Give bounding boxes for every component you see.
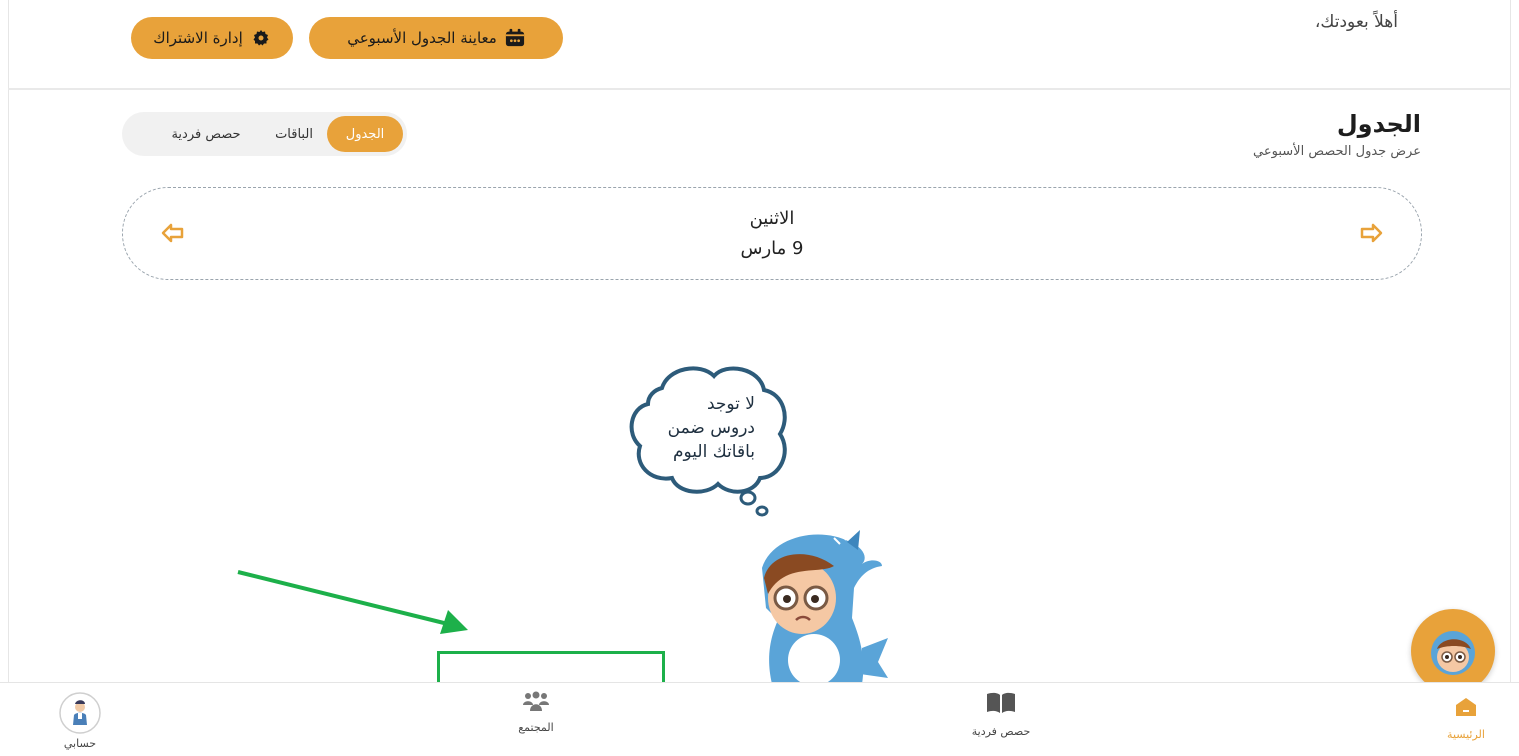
greeting-text: أهلاً بعودتك، [1314,12,1398,32]
weekly-schedule-label: معاينة الجدول الأسبوعي [347,29,497,47]
assistant-avatar-icon [1431,631,1475,675]
home-icon [1456,698,1476,716]
empty-state-line-3: باقاتك اليوم [672,442,755,462]
date-navigator: الاثنين 9 مارس [122,187,1422,280]
nav-item-account[interactable]: حسابي [52,683,108,756]
nav-item-individual-lessons[interactable]: حصص فردية [960,683,1042,756]
weekly-schedule-button[interactable]: معاينة الجدول الأسبوعي [309,17,563,59]
view-tabs: الجدول الباقات حصص فردية [122,112,407,156]
tab-packages[interactable]: الباقات [261,116,327,152]
calendar-icon [505,28,525,48]
empty-state-line-2: دروس ضمن [667,418,755,438]
annotation-arrow-icon [237,570,468,634]
empty-state-message: لا توجد دروس ضمن باقاتك اليوم [645,392,755,464]
bottom-navigation: الرئيسية حصص فردية المجتمع حسابي [0,682,1519,756]
day-name: الاثنين [749,208,795,229]
shark-costume-kid-illustration [762,530,888,684]
day-date: 9 مارس [740,238,804,259]
users-group-icon [523,691,549,711]
nav-label-community: المجتمع [518,721,554,734]
nav-label-home: الرئيسية [1447,728,1485,741]
tab-individual-lessons[interactable]: حصص فردية [151,116,261,152]
tab-schedule[interactable]: الجدول [327,116,403,152]
page-subtitle: عرض جدول الحصص الأسبوعي [1253,144,1421,159]
previous-day-arrow-icon[interactable] [161,222,185,244]
open-book-icon [987,692,1015,713]
account-avatar-icon [59,692,101,734]
nav-label-account: حسابي [63,737,97,750]
assistant-avatar-button[interactable] [1411,609,1495,693]
manage-subscription-label: إدارة الاشتراك [153,29,243,47]
page-title: الجدول [1336,110,1421,138]
nav-item-home[interactable]: الرئيسية [1430,683,1502,756]
nav-label-individual-lessons: حصص فردية [971,725,1031,738]
nav-item-community[interactable]: المجتمع [496,683,576,756]
next-day-arrow-icon[interactable] [1359,222,1383,244]
gear-icon [251,28,271,48]
manage-subscription-button[interactable]: إدارة الاشتراك [131,17,293,59]
empty-state-line-1: لا توجد [706,394,755,414]
